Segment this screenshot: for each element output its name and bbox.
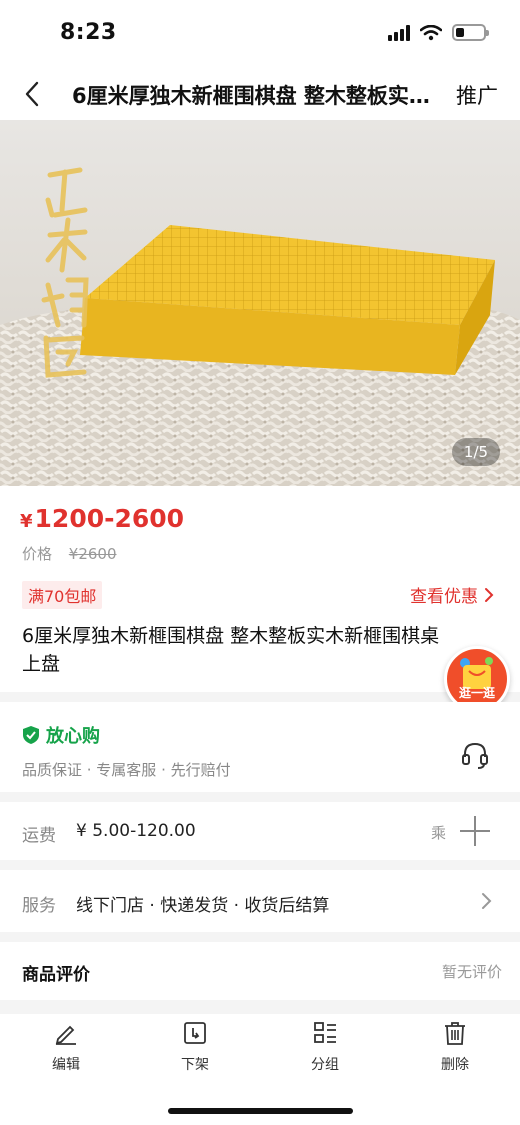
shipping-value: ¥ 5.00-120.00 [76, 821, 196, 841]
chevron-right-icon [485, 587, 494, 602]
guarantee-card[interactable]: 放心购 品质保证 · 专属客服 · 先行赔付 [0, 702, 520, 792]
group-label: 分组 [311, 1057, 339, 1073]
battery-icon [452, 24, 489, 41]
service-row[interactable]: 服务 线下门店 · 快递发货 · 收货后结算 [0, 870, 520, 932]
page-title: 6厘米厚独木新榧围棋盘 整木整板实木新榧围棋桌上盘 [72, 84, 444, 108]
trash-icon [445, 1022, 465, 1045]
price-label: 价格 [22, 545, 53, 563]
product-name: 6厘米厚独木新榧围棋盘 整木整板实木新榧围棋桌上盘 [22, 625, 440, 675]
status-bar: 8:23 [0, 0, 520, 70]
shield-check-icon [23, 726, 39, 744]
price-value: 1200-2600 [34, 504, 185, 533]
group-icon [314, 1022, 336, 1043]
chevron-right-icon [482, 893, 492, 909]
shipping-more-text: 乘 [430, 824, 446, 842]
guarantee-title: 放心购 [22, 722, 100, 748]
promote-button[interactable]: 推广 [456, 80, 498, 110]
reviews-title: 商品评价 [22, 965, 90, 985]
browse-more-label: 逛一逛 [458, 686, 495, 700]
status-icons [388, 24, 489, 41]
status-time: 8:23 [60, 20, 117, 45]
back-button[interactable] [14, 76, 50, 112]
delist-button[interactable]: 下架 [155, 1020, 235, 1080]
back-arrow-icon [25, 81, 39, 107]
delete-button[interactable]: 删除 [415, 1020, 495, 1080]
add-icon[interactable] [460, 816, 490, 846]
view-deals-label: 查看优惠 [410, 587, 478, 607]
home-indicator[interactable] [168, 1108, 353, 1114]
download-box-icon [184, 1022, 206, 1044]
guarantee-subtitle: 品质保证 · 专属客服 · 先行赔付 [22, 761, 231, 779]
shipping-label: 运费 [22, 826, 56, 846]
edit-button[interactable]: 编辑 [26, 1020, 106, 1080]
signal-icon [388, 24, 410, 41]
group-button[interactable]: 分组 [285, 1020, 365, 1080]
customer-service-icon[interactable] [460, 740, 490, 770]
pencil-icon [55, 1025, 76, 1045]
product-image[interactable] [0, 120, 520, 486]
product-info-card: ¥1200-2600 价格 ¥2600 满70包邮 查看优惠 6厘米厚独木新榧围… [0, 486, 520, 692]
edit-label: 编辑 [52, 1057, 80, 1073]
service-label: 服务 [22, 896, 56, 916]
free-shipping-tag: 满70包邮 [22, 581, 103, 609]
original-price: ¥2600 [68, 545, 117, 563]
price-currency: ¥ [20, 511, 33, 532]
wifi-icon [420, 24, 442, 40]
reviews-row[interactable]: 商品评价 暂无评价 [0, 942, 520, 1000]
price-range: ¥1200-2600 [20, 504, 184, 533]
product-photo [0, 120, 520, 486]
guarantee-title-text: 放心购 [46, 726, 100, 747]
nav-bar: 6厘米厚独木新榧围棋盘 整木整板实木新榧围棋桌上盘 推广 [0, 70, 520, 120]
delist-label: 下架 [181, 1057, 209, 1073]
original-price-row: 价格 ¥2600 [22, 543, 117, 564]
delete-label: 删除 [441, 1057, 469, 1073]
reviews-empty: 暂无评价 [441, 963, 502, 981]
shipping-fee-row: 运费 ¥ 5.00-120.00 乘 [0, 802, 520, 860]
view-deals-link[interactable]: 查看优惠 [410, 582, 494, 607]
image-counter: 1/5 [452, 438, 500, 466]
service-value: 线下门店 · 快递发货 · 收货后结算 [76, 896, 330, 916]
bottom-toolbar: 编辑 下架 分组 删除 [0, 1014, 520, 1125]
